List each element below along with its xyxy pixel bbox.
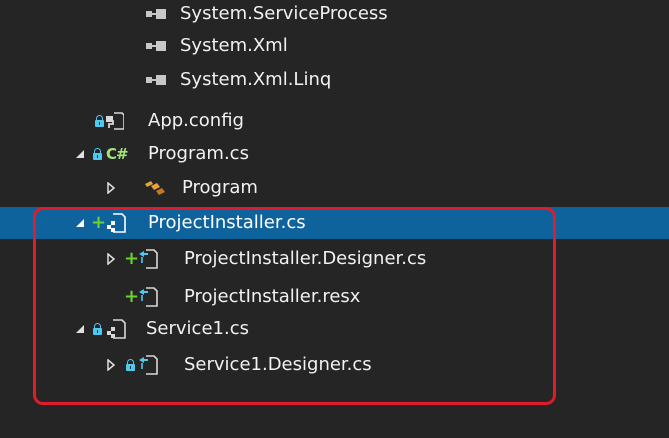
tree-item-label: System.ServiceProcess [180, 3, 388, 24]
collapsed-arrow-icon[interactable] [104, 181, 118, 195]
lock-icon [93, 144, 102, 164]
tree-item-app-config[interactable]: App.config [0, 105, 669, 137]
tree-item-label: App.config [148, 110, 244, 131]
tree-item-system-xml[interactable]: System.Xml [0, 30, 669, 62]
lock-icon [95, 111, 104, 131]
tree-item-program-class[interactable]: Program [0, 172, 669, 204]
tree-item-program-cs[interactable]: C# Program.cs [0, 138, 669, 170]
tree-item-label: Program [182, 177, 258, 198]
csharp-file-icon: C# [106, 145, 129, 163]
config-file-icon [106, 111, 124, 131]
highlight-box [33, 207, 556, 405]
tree-item-system-xml-linq[interactable]: System.Xml.Linq [0, 64, 669, 96]
tree-item-system-serviceprocess[interactable]: System.ServiceProcess [0, 0, 669, 30]
reference-icon [146, 70, 168, 90]
expanded-arrow-icon[interactable] [73, 147, 87, 161]
reference-icon [146, 36, 168, 56]
tree-item-label: System.Xml [180, 35, 288, 56]
class-icon [143, 178, 167, 198]
tree-item-label: Program.cs [148, 143, 249, 164]
tree-item-label: System.Xml.Linq [180, 69, 332, 90]
reference-icon [146, 4, 168, 24]
